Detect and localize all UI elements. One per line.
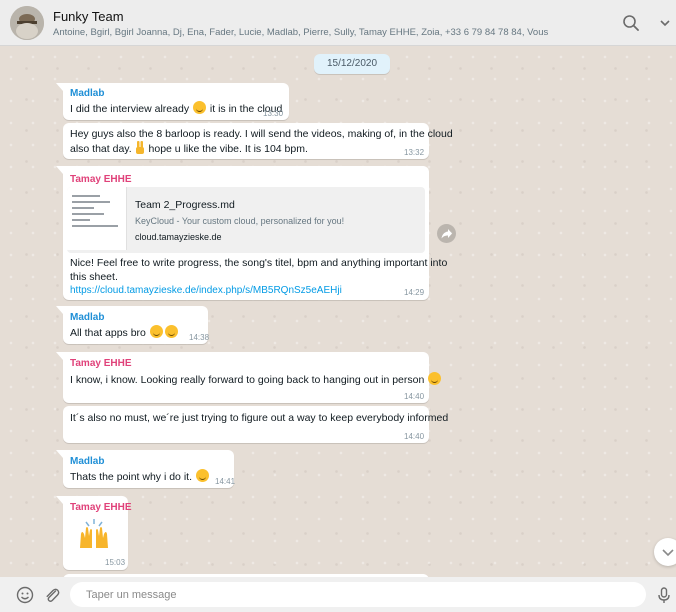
message-text: Nice! Feel free to write progress, the s…: [70, 257, 448, 269]
face-blowing-kiss-emoji: [195, 469, 209, 482]
scroll-down-button[interactable]: [654, 538, 676, 566]
emoji-icon[interactable]: [15, 585, 35, 605]
message-time: 14:38: [189, 333, 210, 342]
sender-name: Madlab: [70, 88, 105, 99]
message-text: I did the interview already it is in the…: [70, 101, 283, 115]
group-avatar[interactable]: [10, 6, 44, 40]
message-bubble[interactable]: Tamay EHHE 15:03: [56, 496, 132, 570]
message-text: It´s also no must, we´re just trying to …: [70, 412, 449, 424]
message-composer: [0, 577, 676, 612]
link-preview-description: KeyCloud - Your custom cloud, personaliz…: [135, 216, 345, 226]
message-time: 15:03: [105, 558, 126, 567]
sender-name: Tamay EHHE: [70, 358, 132, 369]
sender-name: Madlab: [70, 456, 105, 467]
attach-icon[interactable]: [42, 585, 62, 605]
message-input[interactable]: [70, 582, 646, 607]
message-text: also that day. hope u like the vibe. It …: [70, 141, 308, 155]
chat-header: Funky Team Antoine, Bgirl, Bgirl Joanna,…: [0, 0, 676, 46]
squinting-face-tongue-emoji: [164, 325, 178, 338]
chevron-down-icon[interactable]: [654, 12, 676, 34]
message-text: All that apps bro: [70, 325, 179, 340]
message-bubble[interactable]: Tamay EHHE Team 2_Progress.md KeyCloud -…: [56, 166, 447, 300]
link-preview-card[interactable]: Team 2_Progress.md KeyCloud - Your custo…: [67, 187, 425, 253]
group-members[interactable]: Antoine, Bgirl, Bgirl Joanna, Dj, Ena, F…: [53, 27, 548, 38]
grinning-sweat-emoji: [428, 372, 442, 385]
message-bubble[interactable]: Madlab All that apps bro 14:38: [56, 306, 210, 344]
message-link[interactable]: https://cloud.tamayzieske.de/index.php/s…: [70, 284, 342, 298]
message-text: this sheet.: [70, 271, 118, 283]
message-bubble[interactable]: It´s also no must, we´re just trying to …: [63, 406, 448, 443]
message-time: 13:30: [263, 109, 284, 118]
message-bubble[interactable]: Madlab I did the interview already it is…: [56, 83, 289, 120]
message-bubble[interactable]: Tamay EHHE I know, i know. Looking reall…: [56, 352, 442, 403]
link-preview-domain: cloud.tamayzieske.de: [135, 232, 222, 242]
squinting-face-tongue-emoji: [149, 325, 163, 338]
mic-icon[interactable]: [654, 585, 674, 605]
sender-name: Madlab: [70, 312, 105, 323]
link-preview-title: Team 2_Progress.md: [135, 199, 235, 211]
document-thumbnail: [67, 187, 127, 250]
date-separator: 15/12/2020: [314, 54, 390, 74]
message-time: 13:32: [404, 148, 425, 157]
group-title[interactable]: Funky Team: [53, 9, 124, 24]
message-text: Hey guys also the 8 barloop is ready. I …: [70, 128, 453, 140]
search-icon[interactable]: [620, 12, 642, 34]
grinning-face-emoji: [193, 101, 206, 114]
message-time: 14:41: [215, 477, 236, 486]
message-time: 14:29: [404, 288, 425, 297]
message-time: 14:40: [404, 392, 425, 401]
message-time: 14:40: [404, 432, 425, 441]
message-text: Thats the point why i do it.: [70, 469, 210, 484]
sender-name: Tamay EHHE: [70, 502, 132, 513]
message-bubble[interactable]: Hey guys also the 8 barloop is ready. I …: [63, 123, 453, 159]
chat-area[interactable]: 15/12/2020 Madlab I did the interview al…: [0, 46, 676, 577]
forward-icon[interactable]: [437, 224, 456, 243]
victory-hand-emoji: [135, 141, 146, 154]
raising-hands-icon: [77, 518, 111, 552]
message-bubble[interactable]: Madlab Thats the point why i do it. 14:4…: [56, 450, 236, 488]
sender-name: Tamay EHHE: [70, 174, 132, 185]
message-text: I know, i know. Looking really forward t…: [70, 372, 442, 387]
